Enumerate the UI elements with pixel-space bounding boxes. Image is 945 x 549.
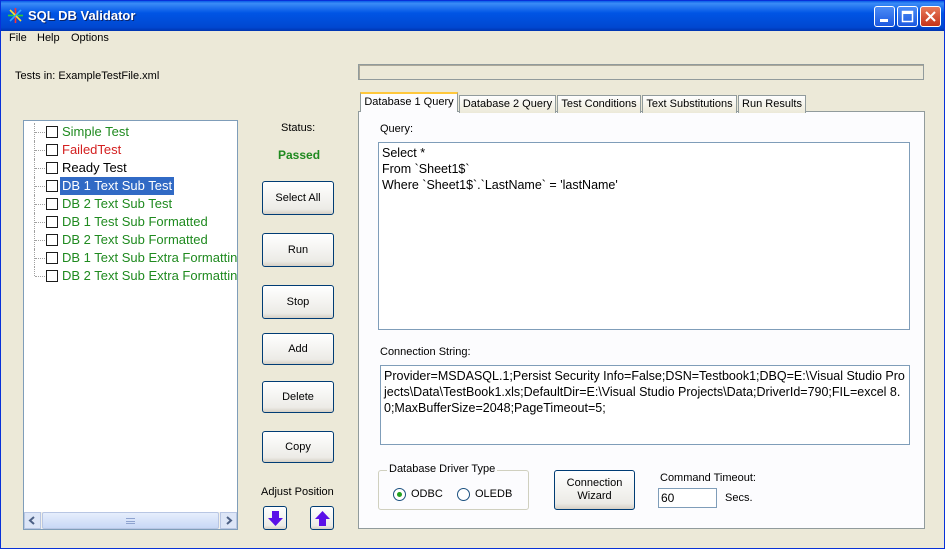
menu-file[interactable]: File <box>9 32 27 44</box>
test-tree[interactable]: Simple Test FailedTest Ready Test DB 1 T… <box>23 120 238 530</box>
app-window: SQL DB Validator File Help Options Tests… <box>0 0 945 549</box>
odbc-label[interactable]: ODBC <box>411 488 443 500</box>
window-title: SQL DB Validator <box>28 8 136 23</box>
checkbox[interactable] <box>46 216 58 228</box>
tab-database-2-query[interactable]: Database 2 Query <box>459 95 556 113</box>
tree-item-label: DB 2 Text Sub Test <box>62 196 173 211</box>
checkbox[interactable] <box>46 270 58 282</box>
checkbox[interactable] <box>46 144 58 156</box>
query-label: Query: <box>380 123 414 135</box>
tree-item[interactable]: DB 1 Test Sub Formatted <box>24 213 237 231</box>
run-button[interactable]: Run <box>262 233 334 267</box>
tab-database-1-query[interactable]: Database 1 Query <box>360 92 458 112</box>
tree-item-label: DB 1 Text Sub Extra Formatting <box>62 250 238 265</box>
tree-item[interactable]: DB 1 Text Sub Extra Formatting <box>24 249 238 267</box>
tree-item-selected[interactable]: DB 1 Text Sub Test <box>24 177 237 195</box>
scroll-right-button[interactable] <box>220 512 237 529</box>
checkbox[interactable] <box>46 252 58 264</box>
checkbox[interactable] <box>46 126 58 138</box>
driver-type-title: Database Driver Type <box>387 463 498 475</box>
oledb-label[interactable]: OLEDB <box>475 488 512 500</box>
tree-item-label: DB 1 Test Sub Formatted <box>62 214 208 229</box>
tree-item-label: DB 2 Text Sub Formatted <box>62 232 208 247</box>
tab-text-substitutions[interactable]: Text Substitutions <box>642 95 737 113</box>
move-up-button[interactable] <box>310 506 334 530</box>
copy-button[interactable]: Copy <box>262 431 334 463</box>
close-button[interactable] <box>920 6 941 27</box>
tree-item-label: DB 2 Text Sub Extra Formatting <box>62 268 238 283</box>
checkbox[interactable] <box>46 234 58 246</box>
add-button[interactable]: Add <box>262 333 334 365</box>
adjust-position-label: Adjust Position <box>261 486 334 498</box>
tab-test-conditions[interactable]: Test Conditions <box>557 95 641 113</box>
tree-item-label: DB 1 Text Sub Test <box>60 177 175 195</box>
close-icon <box>925 11 936 22</box>
menu-help[interactable]: Help <box>37 32 60 44</box>
maximize-icon <box>901 10 914 23</box>
command-timeout-input[interactable]: 60 <box>658 488 717 508</box>
minimize-icon <box>880 19 888 22</box>
connection-string-label: Connection String: <box>380 346 471 358</box>
connection-string-textarea[interactable]: Provider=MSDASQL.1;Persist Security Info… <box>380 365 910 445</box>
status-label: Status: <box>281 122 316 134</box>
move-down-button[interactable] <box>263 506 287 530</box>
odbc-radio[interactable] <box>393 488 406 501</box>
command-timeout-label: Command Timeout: <box>660 472 756 484</box>
scroll-left-button[interactable] <box>24 512 41 529</box>
tab-run-results[interactable]: Run Results <box>738 95 806 113</box>
tree-item-label: FailedTest <box>62 142 122 157</box>
delete-button[interactable]: Delete <box>262 381 334 413</box>
tree-item[interactable]: DB 2 Text Sub Extra Formatting <box>24 267 238 285</box>
arrow-down-icon <box>268 511 283 526</box>
tree-item[interactable]: DB 2 Text Sub Formatted <box>24 231 237 249</box>
maximize-button[interactable] <box>897 6 918 27</box>
oledb-radio[interactable] <box>457 488 470 501</box>
status-value: Passed <box>278 148 321 162</box>
scroll-thumb[interactable] <box>42 512 219 529</box>
tree-item[interactable]: DB 2 Text Sub Test <box>24 195 237 213</box>
arrow-left-icon <box>28 516 35 525</box>
tree-item-label: Ready Test <box>62 160 127 175</box>
menu-bar: File Help Options <box>1 31 944 48</box>
query-textarea[interactable]: Select * From `Sheet1$` Where `Sheet1$`.… <box>378 142 910 330</box>
tree-item[interactable]: Ready Test <box>24 159 237 177</box>
horizontal-scrollbar[interactable] <box>24 512 237 529</box>
arrow-up-icon <box>315 511 330 526</box>
app-icon <box>8 8 23 23</box>
tree-item[interactable]: FailedTest <box>24 141 237 159</box>
tests-file-label: Tests in: ExampleTestFile.xml <box>15 70 160 82</box>
checkbox[interactable] <box>46 180 58 192</box>
progress-bar <box>358 64 924 80</box>
checkbox[interactable] <box>46 162 58 174</box>
timeout-unit-label: Secs. <box>725 492 753 504</box>
arrow-right-icon <box>226 516 233 525</box>
checkbox[interactable] <box>46 198 58 210</box>
tree-item[interactable]: Simple Test <box>24 123 237 141</box>
select-all-button[interactable]: Select All <box>262 181 334 215</box>
tree-item-label: Simple Test <box>62 124 129 139</box>
connection-wizard-button[interactable]: Connection Wizard <box>554 470 635 510</box>
menu-options[interactable]: Options <box>71 32 109 44</box>
title-bar[interactable]: SQL DB Validator <box>1 1 944 31</box>
stop-button[interactable]: Stop <box>262 285 334 319</box>
minimize-button[interactable] <box>874 6 895 27</box>
